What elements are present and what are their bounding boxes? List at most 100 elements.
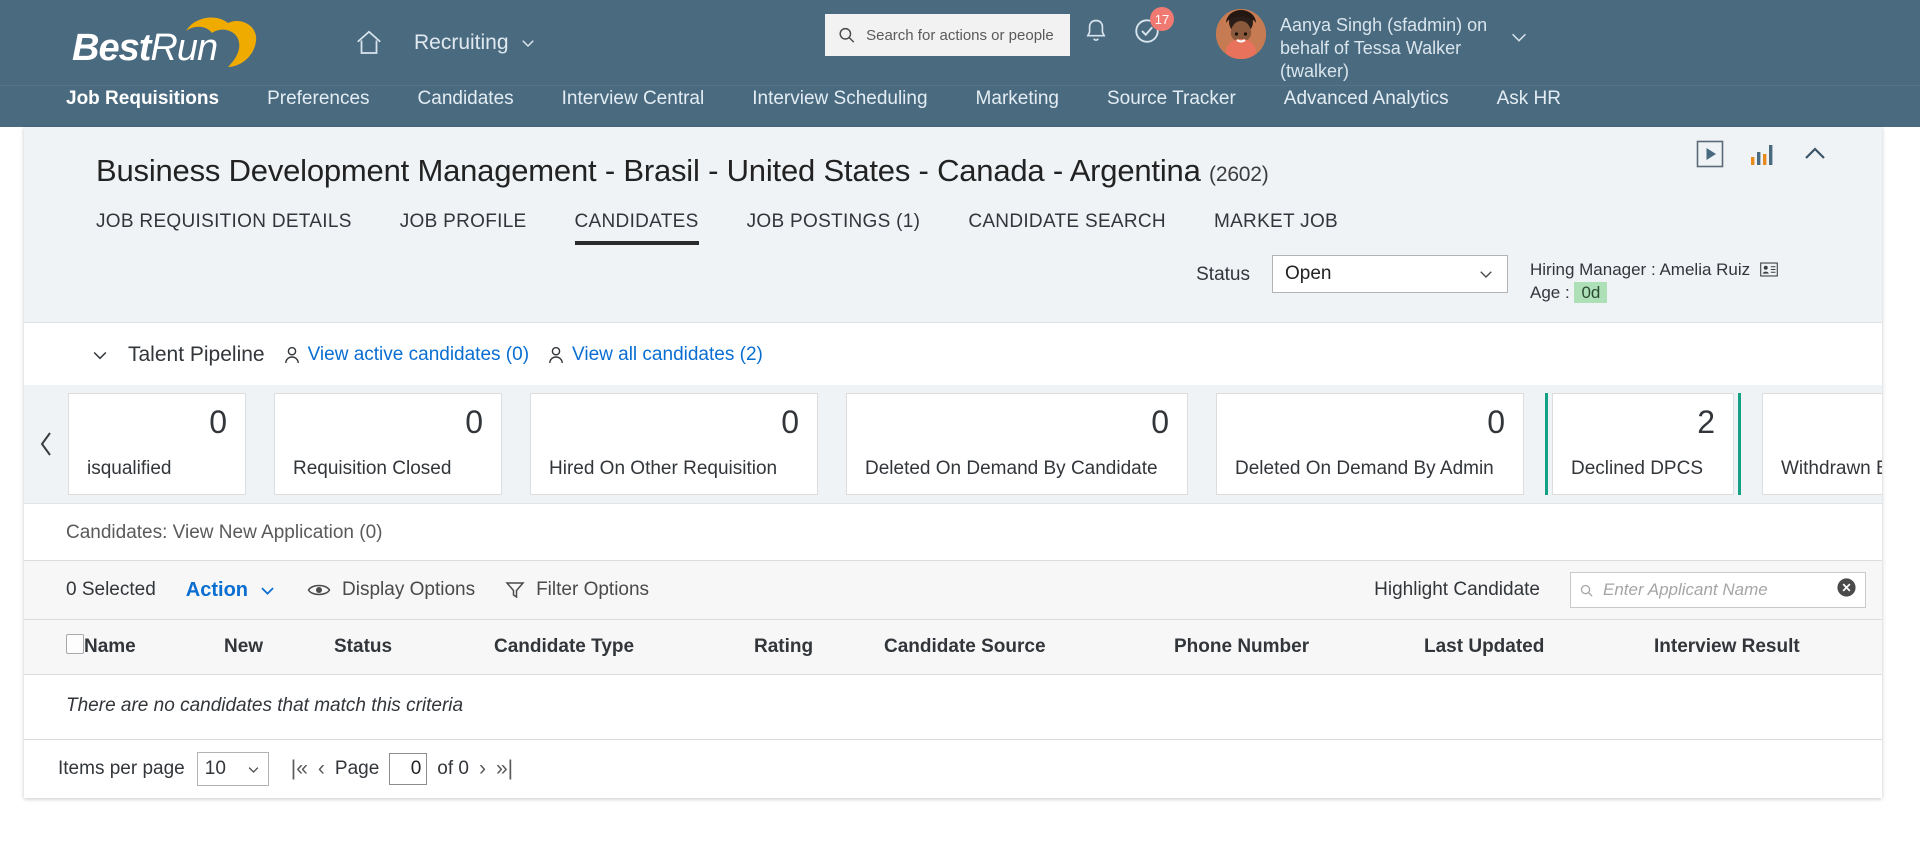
play-video-button[interactable] [1696,140,1724,173]
search-icon [1580,584,1593,597]
pipeline-card-label: Requisition Closed [293,458,452,479]
close-circle-icon [1837,578,1856,597]
search-input[interactable] [866,26,1058,44]
person-icon [284,346,299,363]
nav-item-marketing[interactable]: Marketing [952,86,1083,112]
items-per-page-select[interactable]: 10 [196,752,269,786]
tab-market-job[interactable]: MARKET JOB [1190,211,1362,245]
clear-highlight-button[interactable] [1836,577,1857,603]
global-search[interactable] [825,14,1070,56]
pipeline-card-label: Deleted On Demand By Admin [1235,458,1494,479]
tab-job-requisition-details[interactable]: JOB REQUISITION DETAILS [96,211,376,245]
talent-pipeline-header: Talent Pipeline View active candidates (… [24,322,1882,385]
select-all-checkbox[interactable] [66,634,84,654]
column-last-updated[interactable]: Last Updated [1424,620,1654,675]
highlight-candidate-field[interactable] [1570,572,1866,608]
header-icon-group: 17 [1082,7,1174,46]
tab-job-profile[interactable]: JOB PROFILE [376,211,551,245]
age-value: 0d [1574,282,1608,303]
column-name[interactable]: Name [84,620,224,675]
user-menu-chevron[interactable] [1508,26,1530,53]
todo-tasks-button[interactable]: 17 [1132,7,1174,46]
column-status[interactable]: Status [334,620,494,675]
app-header: BestRun Recruiting 17 [0,0,1920,85]
pipeline-card[interactable]: 0 Deleted On Demand By Candidate [846,393,1188,495]
filter-funnel-icon [505,582,525,599]
pipeline-card-value: 0 [465,404,483,440]
nav-item-interview-central[interactable]: Interview Central [538,86,729,112]
avatar-photo [1216,9,1266,59]
nav-item-preferences[interactable]: Preferences [243,86,393,112]
filter-options-button[interactable]: Filter Options [505,579,649,601]
status-select[interactable]: Open [1272,255,1508,293]
pipeline-card-label: isqualified [87,458,172,479]
pipeline-scroll-left-button[interactable] [24,393,68,495]
pipeline-card[interactable]: 2 Declined DPCS [1545,393,1741,495]
nav-item-advanced-analytics[interactable]: Advanced Analytics [1260,86,1473,112]
nav-item-interview-scheduling[interactable]: Interview Scheduling [728,86,951,112]
notifications-bell-button[interactable] [1082,17,1110,45]
avatar[interactable] [1216,9,1266,59]
pipeline-card[interactable]: 0 Withdrawn By Candidate [1762,393,1882,495]
user-menu-label[interactable]: Aanya Singh (sfadmin) on behalf of Tessa… [1280,14,1505,83]
selected-count: 0 Selected [66,579,156,600]
column-interview-result[interactable]: Interview Result [1654,620,1882,675]
bar-chart-icon [1751,145,1773,165]
highlight-candidate-input[interactable] [1603,580,1827,600]
pipeline-cards: 0 isqualified 0 Requisition Closed 0 Hired On… [68,393,1882,495]
column-candidate-source[interactable]: Candidate Source [884,620,1174,675]
select-all-header [24,620,84,675]
display-options-button[interactable]: Display Options [307,579,475,601]
tab-candidate-search[interactable]: CANDIDATE SEARCH [944,211,1190,245]
nav-item-job-requisitions[interactable]: Job Requisitions [42,86,243,112]
column-new[interactable]: New [224,620,334,675]
nav-item-source-tracker[interactable]: Source Tracker [1083,86,1260,112]
hiring-manager-block: Hiring Manager : Amelia Ruiz Age : 0d [1530,255,1830,304]
bestrun-logo[interactable]: BestRun [72,13,272,73]
pipeline-card[interactable]: 0 Deleted On Demand By Admin [1216,393,1524,495]
bell-icon [1086,19,1106,41]
hiring-manager-name[interactable]: Amelia Ruiz [1659,260,1750,279]
page-number-input[interactable] [389,753,428,785]
cloud-swoosh-icon [186,16,257,67]
next-page-button[interactable]: › [479,757,486,781]
age-row: Age : 0d [1530,281,1830,304]
action-menu-label: Action [185,578,249,601]
candidates-table: Name New Status Candidate Type Rating Ca… [24,620,1882,675]
view-active-candidates-link[interactable]: View active candidates (0) [283,344,529,366]
previous-page-button[interactable]: ‹ [318,757,325,781]
home-icon[interactable] [354,28,384,58]
action-menu-button[interactable]: Action [186,579,277,602]
pipeline-card[interactable]: 0 isqualified [68,393,246,495]
pipeline-card-strip: 0 isqualified 0 Requisition Closed 0 Hired On… [24,385,1882,503]
first-page-button[interactable]: |« [291,757,308,781]
tab-job-postings[interactable]: JOB POSTINGS (1) [723,211,945,245]
empty-state-message: There are no candidates that match this … [24,675,1882,740]
pipeline-card-value: 0 [209,404,227,440]
analytics-chart-button[interactable] [1748,141,1776,172]
column-candidate-type[interactable]: Candidate Type [494,620,754,675]
nav-item-candidates[interactable]: Candidates [394,86,538,112]
chevron-down-icon [1512,33,1526,42]
chevron-down-icon[interactable] [90,345,110,365]
column-rating[interactable]: Rating [754,620,884,675]
collapse-card-button[interactable] [1800,143,1830,170]
hiring-manager-label: Hiring Manager : [1530,260,1656,279]
pipeline-card-label: Withdrawn By Candidate [1781,458,1882,479]
tab-candidates[interactable]: CANDIDATES [551,211,723,245]
last-page-button[interactable]: »| [496,757,513,781]
pipeline-card-label: Deleted On Demand By Candidate [865,458,1158,479]
pipeline-card[interactable]: 0 Requisition Closed [274,393,502,495]
table-header-row: Name New Status Candidate Type Rating Ca… [24,620,1882,675]
view-all-candidates-link[interactable]: View all candidates (2) [547,344,763,366]
business-card-icon[interactable] [1760,262,1778,277]
items-per-page-value: 10 [204,758,226,779]
chevron-down-icon [248,766,259,773]
nav-item-ask-hr[interactable]: Ask HR [1473,86,1585,112]
requisition-tabs: JOB REQUISITION DETAILS JOB PROFILE CAND… [24,211,1882,245]
module-selector[interactable]: Recruiting [414,31,537,55]
pipeline-card[interactable]: 0 Hired On Other Requisition [530,393,818,495]
column-phone-number[interactable]: Phone Number [1174,620,1424,675]
filter-options-label: Filter Options [536,579,650,600]
pagination-bar: Items per page 10 |« ‹ Page of 0 › »| [24,740,1882,798]
